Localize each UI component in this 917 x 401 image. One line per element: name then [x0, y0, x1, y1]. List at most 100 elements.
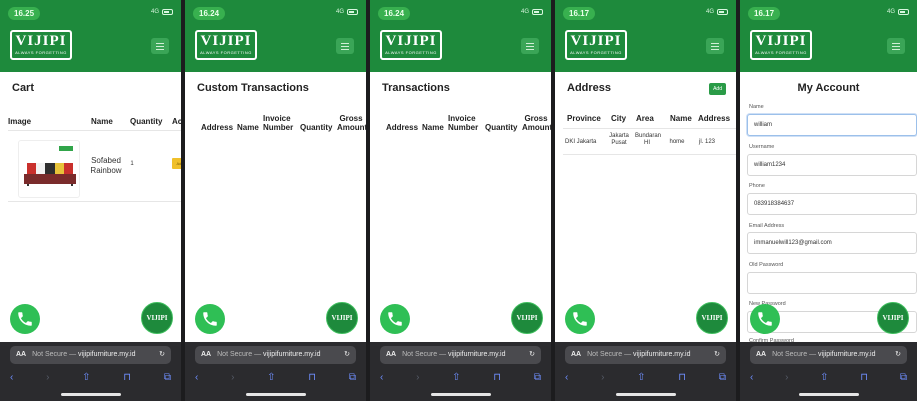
share-icon[interactable]: ⇧ [637, 372, 645, 383]
vijipi-fab-button[interactable]: VIJIPI [511, 302, 543, 334]
username-field[interactable]: william1234 [747, 154, 917, 176]
page-title: Custom Transactions [197, 82, 309, 94]
menu-toggle-button[interactable] [151, 38, 169, 54]
back-icon[interactable]: ‹ [750, 372, 753, 383]
reload-icon[interactable]: ↻ [344, 346, 350, 364]
divider [8, 130, 181, 131]
transactions-screen: 16.24 4G VIJIPI ALWAYS FORGETTING Transac… [370, 0, 551, 401]
page-title: Cart [12, 82, 35, 94]
menu-toggle-button[interactable] [706, 38, 724, 54]
tabs-icon[interactable]: ⧉ [349, 372, 356, 383]
whatsapp-icon [203, 312, 217, 326]
old-password-field[interactable] [747, 272, 917, 294]
reader-aa-button[interactable]: AA [756, 351, 766, 358]
reload-icon[interactable]: ↻ [895, 346, 901, 364]
url-host: vijipifurniture.my.id [263, 351, 321, 358]
whatsapp-button[interactable] [380, 304, 410, 334]
tabs-icon[interactable]: ⧉ [900, 372, 907, 383]
whatsapp-button[interactable] [750, 304, 780, 334]
reader-aa-button[interactable]: AA [571, 351, 581, 358]
reload-icon[interactable]: ↻ [159, 346, 165, 364]
bookmarks-icon[interactable]: ⊓ [123, 372, 131, 383]
product-action-button[interactable]: Add [172, 158, 181, 169]
bookmarks-icon[interactable]: ⊓ [308, 372, 316, 383]
browser-nav-row: ‹ › ⇧ ⊓ ⧉ [380, 369, 541, 385]
vijipi-fab-button[interactable]: VIJIPI [326, 302, 358, 334]
reload-icon[interactable]: ↻ [714, 346, 720, 364]
share-icon[interactable]: ⇧ [452, 372, 460, 383]
forward-icon[interactable]: › [416, 372, 419, 383]
column-header: Name [422, 123, 444, 132]
address-bar[interactable]: AA Not Secure — vijipifurniture.my.id ↻ [380, 346, 541, 364]
divider [8, 201, 181, 202]
brand-logo[interactable]: VIJIPI ALWAYS FORGETTING [380, 30, 442, 60]
back-icon[interactable]: ‹ [10, 372, 13, 383]
forward-icon[interactable]: › [46, 372, 49, 383]
battery-icon [347, 9, 358, 15]
vijipi-fab-button[interactable]: VIJIPI [877, 302, 909, 334]
bookmarks-icon[interactable]: ⊓ [678, 372, 686, 383]
menu-toggle-button[interactable] [521, 38, 539, 54]
back-icon[interactable]: ‹ [380, 372, 383, 383]
back-icon[interactable]: ‹ [195, 372, 198, 383]
menu-icon [892, 42, 900, 44]
url-host: vijipifurniture.my.id [78, 351, 136, 358]
share-icon[interactable]: ⇧ [820, 372, 828, 383]
tabs-icon[interactable]: ⧉ [164, 372, 171, 383]
tabs-icon[interactable]: ⧉ [534, 372, 541, 383]
share-icon[interactable]: ⇧ [82, 372, 90, 383]
reader-aa-button[interactable]: AA [201, 351, 211, 358]
address-bar[interactable]: AA Not Secure — vijipifurniture.my.id ↻ [10, 346, 171, 364]
menu-toggle-button[interactable] [336, 38, 354, 54]
vijipi-fab-button[interactable]: VIJIPI [696, 302, 728, 334]
whatsapp-button[interactable] [195, 304, 225, 334]
reader-aa-button[interactable]: AA [386, 351, 396, 358]
menu-toggle-button[interactable] [887, 38, 905, 54]
share-icon[interactable]: ⇧ [267, 372, 275, 383]
menu-icon-bar [526, 45, 534, 47]
back-icon[interactable]: ‹ [565, 372, 568, 383]
whatsapp-button[interactable] [565, 304, 595, 334]
logo-subtext: ALWAYS FORGETTING [200, 50, 252, 55]
menu-icon [711, 42, 719, 44]
phone-field[interactable]: 083918384637 [747, 193, 917, 215]
app-header: 16.24 4G VIJIPI ALWAYS FORGETTING [185, 0, 366, 72]
email-field[interactable]: immanuelwill123@gmail.com [747, 232, 917, 254]
browser-nav-row: ‹ › ⇧ ⊓ ⧉ [10, 369, 171, 385]
status-time: 16.24 [193, 7, 226, 20]
tabs-icon[interactable]: ⧉ [719, 372, 726, 383]
address-bar[interactable]: AA Not Secure — vijipifurniture.my.id ↻ [750, 346, 907, 364]
product-name: Sofabed Rainbow [90, 156, 122, 175]
not-secure-label: Not Secure — [402, 351, 447, 358]
address-bar[interactable]: AA Not Secure — vijipifurniture.my.id ↻ [565, 346, 726, 364]
whatsapp-icon [573, 312, 587, 326]
menu-icon-bar [711, 48, 719, 50]
logo-text: VIJIPI [385, 33, 437, 49]
bookmarks-icon[interactable]: ⊓ [493, 372, 501, 383]
sofa-legs [27, 184, 73, 186]
whatsapp-button[interactable] [10, 304, 40, 334]
brand-logo[interactable]: VIJIPI ALWAYS FORGETTING [750, 30, 812, 60]
forward-icon[interactable]: › [785, 372, 788, 383]
menu-icon-bar [892, 45, 900, 47]
add-address-button[interactable]: Add [709, 83, 726, 95]
brand-logo[interactable]: VIJIPI ALWAYS FORGETTING [195, 30, 257, 60]
forward-icon[interactable]: › [231, 372, 234, 383]
browser-toolbar: AA Not Secure — vijipifurniture.my.id ↻ ‹ ›… [740, 342, 917, 401]
custom-transactions-screen: 16.24 4G VIJIPI ALWAYS FORGETTING Custom … [185, 0, 366, 401]
brand-logo[interactable]: VIJIPI ALWAYS FORGETTING [10, 30, 72, 60]
column-header: Invoice Number [263, 114, 294, 132]
column-header: Image [8, 117, 32, 126]
bookmarks-icon[interactable]: ⊓ [860, 372, 868, 383]
reload-icon[interactable]: ↻ [529, 346, 535, 364]
brand-logo[interactable]: VIJIPI ALWAYS FORGETTING [565, 30, 627, 60]
browser-toolbar: AA Not Secure — vijipifurniture.my.id ↻ ‹ ›… [0, 342, 181, 401]
vijipi-fab-button[interactable]: VIJIPI [141, 302, 173, 334]
address-bar[interactable]: AA Not Secure — vijipifurniture.my.id ↻ [195, 346, 356, 364]
reader-aa-button[interactable]: AA [16, 351, 26, 358]
my-account-screen: 16.17 4G VIJIPI ALWAYS FORGETTING My Acco… [740, 0, 917, 401]
name-field[interactable]: william [747, 114, 917, 136]
browser-toolbar: AA Not Secure — vijipifurniture.my.id ↻ ‹ ›… [370, 342, 551, 401]
menu-icon-bar [156, 45, 164, 47]
forward-icon[interactable]: › [601, 372, 604, 383]
